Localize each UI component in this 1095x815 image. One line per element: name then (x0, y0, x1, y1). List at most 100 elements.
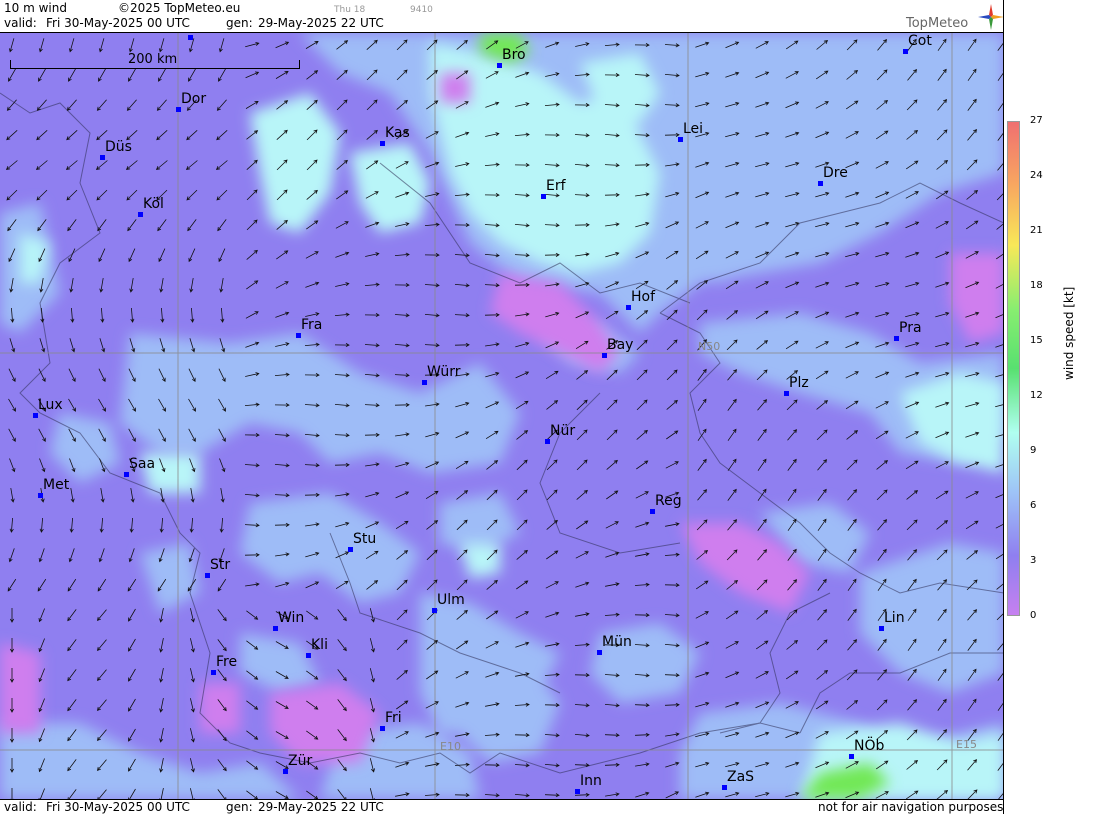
city-marker (124, 472, 129, 477)
city-marker (348, 547, 353, 552)
legend-tick: 15 (1030, 335, 1043, 346)
lon-label-e10: E10 (440, 740, 461, 753)
city-label: Met (43, 477, 70, 493)
legend-tick: 24 (1030, 170, 1043, 181)
city-marker (33, 413, 38, 418)
city-marker (205, 573, 210, 578)
city-marker (432, 608, 437, 613)
footer-valid-time: Fri 30-May-2025 00 UTC (46, 800, 190, 814)
city-marker (626, 305, 631, 310)
city-marker (602, 353, 607, 358)
wind-map[interactable]: 200 km N50 E10 E15 Man Bro Cot Dor Kas Lei Düs… (0, 33, 1004, 799)
footer-valid-label: valid: (4, 800, 37, 814)
legend-tick: 9 (1030, 445, 1037, 456)
city-label: Win (278, 610, 305, 626)
city-label: Köl (143, 196, 164, 212)
city-label: Düs (105, 139, 132, 155)
city-marker (903, 49, 908, 54)
city-label: Lux (38, 397, 63, 413)
map-footer: valid: Fri 30-May-2025 00 UTC gen: 29-Ma… (0, 799, 1004, 815)
legend-tick: 21 (1030, 225, 1043, 236)
city-marker (722, 785, 727, 790)
legend-tick: 0 (1030, 610, 1037, 621)
wind-speed-legend: 27 24 21 18 15 12 9 6 3 0 (1004, 0, 1095, 814)
city-label: Erf (546, 178, 566, 194)
city-marker (650, 509, 655, 514)
city-label: Fre (216, 654, 238, 670)
city-label: Fri (385, 710, 402, 726)
city-marker (422, 380, 427, 385)
disclaimer: not for air navigation purposes (818, 800, 1004, 814)
scale-label: 200 km (128, 52, 178, 67)
city-marker (575, 789, 580, 794)
city-marker (100, 155, 105, 160)
city-marker (894, 336, 899, 341)
valid-time: Fri 30-May-2025 00 UTC (46, 16, 190, 30)
logo-text: TopMeteo (906, 16, 969, 31)
city-marker (678, 137, 683, 142)
city-marker (541, 194, 546, 199)
lat-label-n50: N50 (698, 340, 721, 353)
city-marker (176, 107, 181, 112)
city-marker (283, 769, 288, 774)
city-label: Reg (655, 493, 682, 509)
legend-tick: 12 (1030, 390, 1043, 401)
city-label: ZaS (727, 769, 755, 785)
city-marker (818, 181, 823, 186)
city-label: Hof (631, 289, 656, 305)
faint-code: 9410 (410, 5, 433, 15)
city-label: Stu (353, 531, 377, 547)
city-marker (597, 650, 602, 655)
city-label: Lin (884, 610, 905, 626)
wind-field-svg (0, 33, 1004, 799)
topmeteo-logo[interactable]: TopMeteo (902, 2, 1004, 32)
lon-label-e15: E15 (956, 738, 977, 751)
city-marker (188, 35, 193, 40)
faint-timestamp: Thu 18 (334, 5, 366, 15)
gen-label: gen: (226, 16, 253, 30)
city-label: Plz (789, 375, 809, 391)
city-label: NÖb (854, 738, 885, 754)
city-marker (273, 626, 278, 631)
city-label: Cot (908, 33, 932, 49)
copyright-text: ©2025 TopMeteo.eu (118, 1, 241, 15)
city-label: Würr (427, 364, 461, 380)
legend-tick: 27 (1030, 115, 1043, 126)
legend-tick: 6 (1030, 500, 1037, 511)
legend-tick: 3 (1030, 555, 1037, 566)
city-label: Dre (823, 165, 848, 181)
city-label: Bay (607, 337, 634, 353)
city-label: Pra (899, 320, 922, 336)
city-marker (849, 754, 854, 759)
city-marker (879, 626, 884, 631)
city-marker (138, 212, 143, 217)
city-label: Lei (683, 121, 704, 137)
footer-gen-time: 29-May-2025 22 UTC (258, 800, 384, 814)
footer-gen-label: gen: (226, 800, 253, 814)
city-marker (306, 653, 311, 658)
city-marker (296, 333, 301, 338)
city-marker (784, 391, 789, 396)
city-label: Inn (580, 773, 602, 789)
city-label: Man (193, 33, 223, 35)
city-marker (497, 63, 502, 68)
city-label: Mün (602, 634, 632, 650)
city-label: Bro (502, 47, 526, 63)
city-label: Kli (311, 637, 328, 653)
city-label: Dor (181, 91, 207, 107)
legend-title: wind speed [kt] (1062, 286, 1076, 380)
city-label: Kas (385, 125, 410, 141)
city-label: Saa (129, 456, 156, 472)
legend-color-bar (1007, 121, 1020, 616)
legend-tick: 18 (1030, 280, 1043, 291)
city-label: Fra (301, 317, 323, 333)
city-marker (211, 670, 216, 675)
city-marker (38, 493, 43, 498)
valid-label: valid: (4, 16, 37, 30)
city-marker (380, 726, 385, 731)
compass-icon (978, 4, 1004, 30)
city-marker (380, 141, 385, 146)
city-label: Ulm (437, 592, 465, 608)
city-marker (545, 439, 550, 444)
gen-time: 29-May-2025 22 UTC (258, 16, 384, 30)
